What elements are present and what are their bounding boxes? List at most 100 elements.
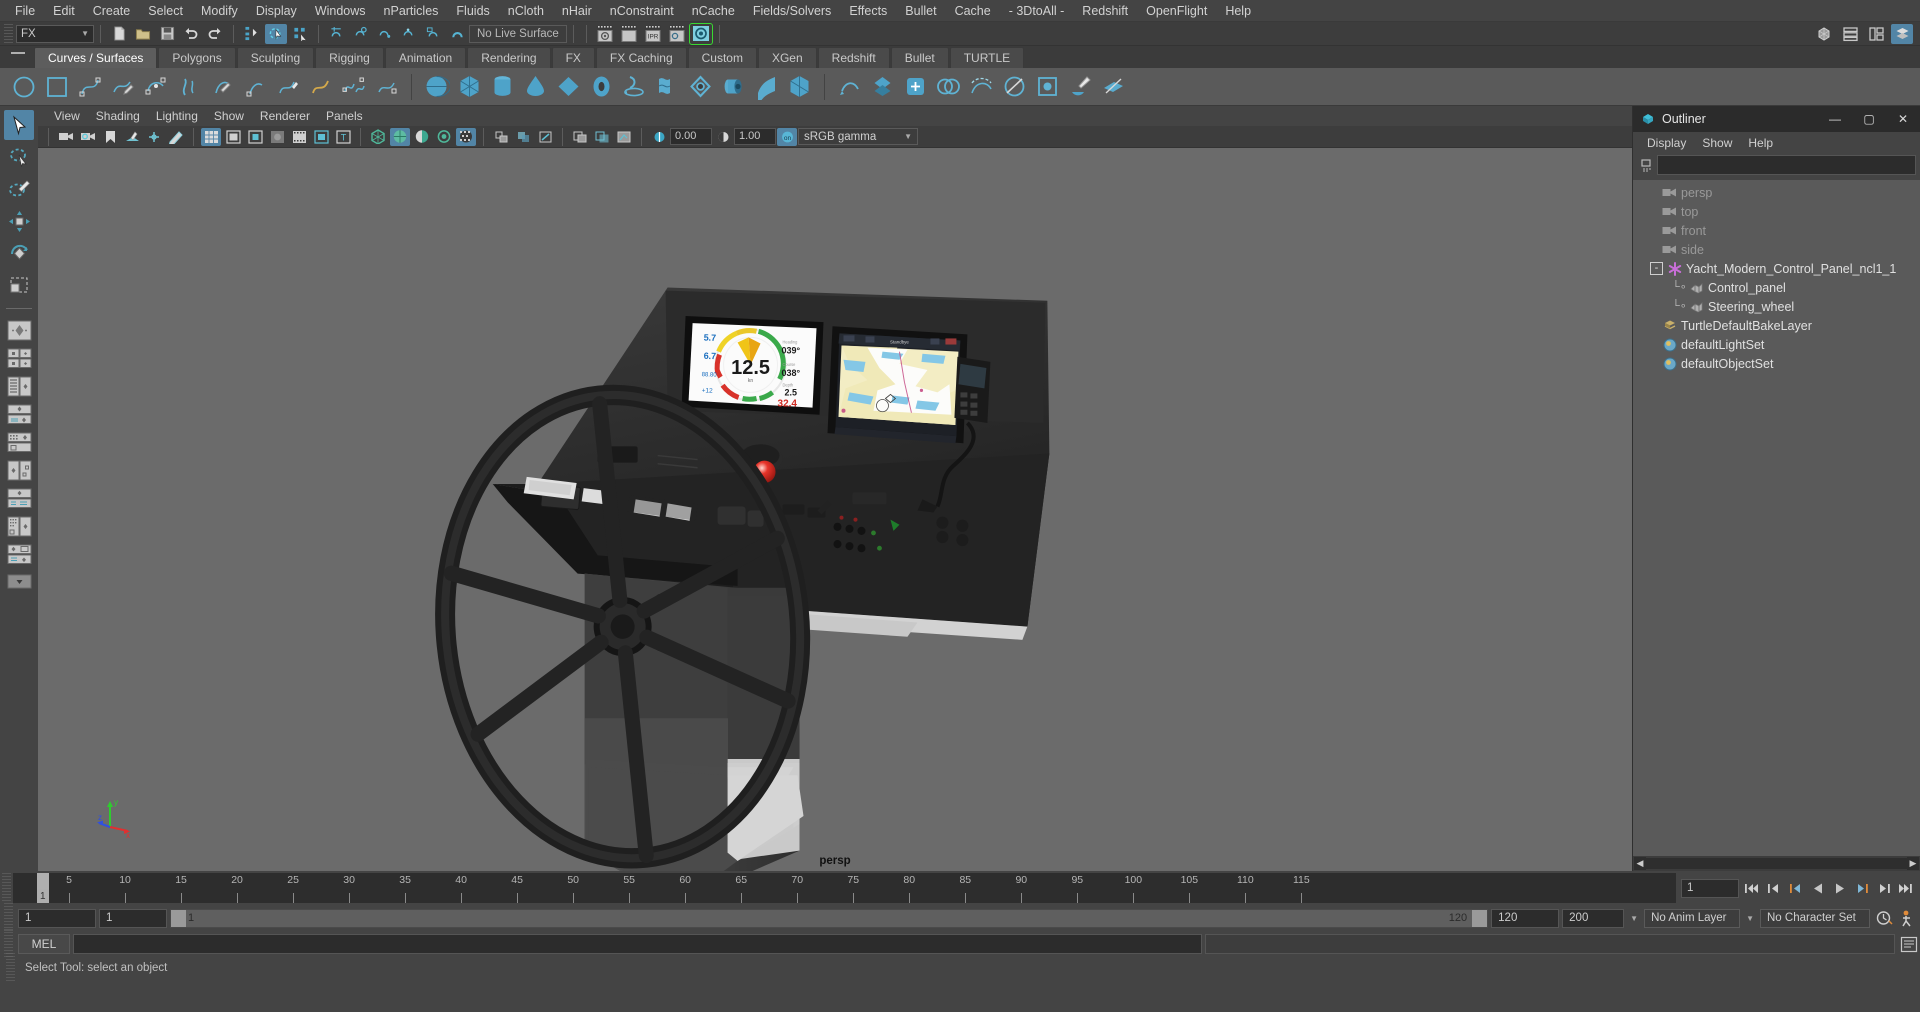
color-management-icon[interactable]: on <box>777 127 797 146</box>
outliner-menu-display[interactable]: Display <box>1639 134 1694 152</box>
hypershade-icon[interactable] <box>688 22 713 45</box>
two-d-pan-zoom-icon[interactable] <box>144 128 164 146</box>
layout-two-pane-side[interactable] <box>5 345 33 371</box>
viewport-menu-shading[interactable]: Shading <box>88 108 148 124</box>
safe-action-icon[interactable] <box>311 128 331 146</box>
anim-start-time-field[interactable]: 1 <box>18 908 96 928</box>
gamma-field[interactable]: 1.00 <box>734 128 776 145</box>
outliner-search-input[interactable] <box>1657 155 1916 175</box>
outliner-item[interactable]: side <box>1633 240 1920 259</box>
layout-persp-outliner[interactable] <box>5 457 33 483</box>
xray-icon[interactable] <box>513 128 533 146</box>
outliner-tree[interactable]: persp top front side - Yacht_Modern_Control_P… <box>1633 180 1920 856</box>
shaded-with-wireframe-icon[interactable] <box>412 128 432 146</box>
render-current-frame-icon[interactable] <box>594 24 616 44</box>
paint-select-tool[interactable] <box>4 174 34 204</box>
play-forwards-button[interactable] <box>1830 878 1849 898</box>
two-point-arc-icon[interactable] <box>239 71 270 102</box>
minimize-button[interactable]: — <box>1818 106 1852 132</box>
snap-to-view-plane-icon[interactable] <box>422 24 444 44</box>
menu-item-redshift[interactable]: Redshift <box>1073 1 1137 21</box>
safe-title-icon[interactable]: T <box>333 128 353 146</box>
viewport-menu-panels[interactable]: Panels <box>318 108 371 124</box>
bevel-plus-icon[interactable] <box>900 71 931 102</box>
resolution-gate-icon[interactable] <box>245 128 265 146</box>
viewport-menu-show[interactable]: Show <box>206 108 252 124</box>
layout-four-pane[interactable] <box>5 429 33 455</box>
gamma-icon[interactable] <box>713 128 733 146</box>
menu-item-help[interactable]: Help <box>1216 1 1260 21</box>
render-sequence-icon[interactable] <box>618 24 640 44</box>
snap-to-projected-center-icon[interactable] <box>398 24 420 44</box>
poly-sphere-icon[interactable] <box>421 71 452 102</box>
outliner-item[interactable]: - Yacht_Modern_Control_Panel_ncl1_1 <box>1633 259 1920 278</box>
play-backwards-button[interactable] <box>1808 878 1827 898</box>
copy-view-icon[interactable] <box>592 128 612 146</box>
shelf-tab-turtle[interactable]: TURTLE <box>949 47 1025 68</box>
film-origin-icon[interactable] <box>289 128 309 146</box>
detach-curves-icon[interactable] <box>338 71 369 102</box>
range-left-handle[interactable] <box>171 909 186 927</box>
menu-item-cache[interactable]: Cache <box>946 1 1000 21</box>
menu-item-edit[interactable]: Edit <box>44 1 84 21</box>
step-forward-frame-button[interactable] <box>1874 878 1893 898</box>
shelf-menu-icon[interactable] <box>10 49 26 65</box>
step-forward-key-button[interactable] <box>1852 878 1871 898</box>
anim-layer-selector[interactable]: No Anim Layer <box>1644 908 1741 928</box>
outliner-item[interactable]: defaultLightSet <box>1633 335 1920 354</box>
layout-outliner-persp[interactable] <box>5 541 33 567</box>
surface-editing-icon[interactable] <box>1098 71 1129 102</box>
show-hide-attribute-editor-icon[interactable] <box>1839 24 1861 44</box>
layout-more[interactable] <box>5 569 33 595</box>
time-slider-grip[interactable] <box>2 873 11 903</box>
poly-plane-icon[interactable] <box>553 71 584 102</box>
shelf-tab-rigging[interactable]: Rigging <box>315 47 384 68</box>
rotate-tool[interactable] <box>4 238 34 268</box>
layout-single-pane[interactable] <box>5 317 33 343</box>
animation-preferences-icon[interactable] <box>1873 908 1895 928</box>
poly-cube-icon[interactable] <box>454 71 485 102</box>
open-scene-icon[interactable] <box>132 24 154 44</box>
menu-item-fields-solvers[interactable]: Fields/Solvers <box>744 1 841 21</box>
go-to-start-button[interactable] <box>1742 878 1761 898</box>
go-to-end-button[interactable] <box>1896 878 1915 898</box>
pencil-curve-tool-icon[interactable] <box>173 71 204 102</box>
viewport-menu-view[interactable]: View <box>46 108 88 124</box>
square-surface-icon[interactable] <box>834 71 865 102</box>
outliner-item[interactable]: front <box>1633 221 1920 240</box>
image-plane-icon[interactable] <box>122 128 142 146</box>
snap-to-curve-icon[interactable] <box>350 24 372 44</box>
grid-icon[interactable] <box>201 127 221 146</box>
menu-item-3dtoall[interactable]: - 3DtoAll - <box>1000 1 1074 21</box>
shelf-tab-sculpting[interactable]: Sculpting <box>236 47 315 68</box>
poly-cylinder-icon[interactable] <box>487 71 518 102</box>
menu-item-windows[interactable]: Windows <box>306 1 375 21</box>
trim-tool-icon[interactable] <box>999 71 1030 102</box>
current-frame-field[interactable]: 1 <box>1681 878 1739 898</box>
menu-item-display[interactable]: Display <box>247 1 306 21</box>
close-button[interactable]: ✕ <box>1886 106 1920 132</box>
shelf-tab-rendering[interactable]: Rendering <box>467 47 551 68</box>
add-points-tool-icon[interactable] <box>272 71 303 102</box>
exposure-icon[interactable] <box>649 128 669 146</box>
help-line-grip[interactable] <box>6 952 15 983</box>
poly-torus-icon[interactable] <box>586 71 617 102</box>
anim-end-time-field[interactable]: 200 <box>1562 908 1625 928</box>
menu-item-nparticles[interactable]: nParticles <box>375 1 448 21</box>
project-curve-icon[interactable] <box>966 71 997 102</box>
shelf-tab-bullet[interactable]: Bullet <box>890 47 949 68</box>
ipr-render-icon[interactable]: IPR <box>642 24 664 44</box>
3d-viewport[interactable]: 12.5 kn 5.7 6.7 88.80 +12 Heading 039° C… <box>38 148 1632 871</box>
character-set-selector[interactable]: No Character Set <box>1760 908 1870 928</box>
shelf-tab-animation[interactable]: Animation <box>384 47 467 68</box>
birail-icon[interactable] <box>751 71 782 102</box>
cv-curve-tool-icon[interactable] <box>74 71 105 102</box>
script-language-button[interactable]: MEL <box>18 934 70 954</box>
intersect-surfaces-icon[interactable] <box>933 71 964 102</box>
time-slider[interactable]: 1 5 10 15 20 25 30 35 40 45 50 55 60 65 70 75 80 85 90 95 1… <box>13 873 1676 903</box>
menu-item-fluids[interactable]: Fluids <box>447 1 498 21</box>
shadows-icon[interactable] <box>456 127 476 146</box>
move-tool[interactable] <box>4 206 34 236</box>
new-scene-icon[interactable] <box>108 24 130 44</box>
bookmark-icon[interactable] <box>100 128 120 146</box>
